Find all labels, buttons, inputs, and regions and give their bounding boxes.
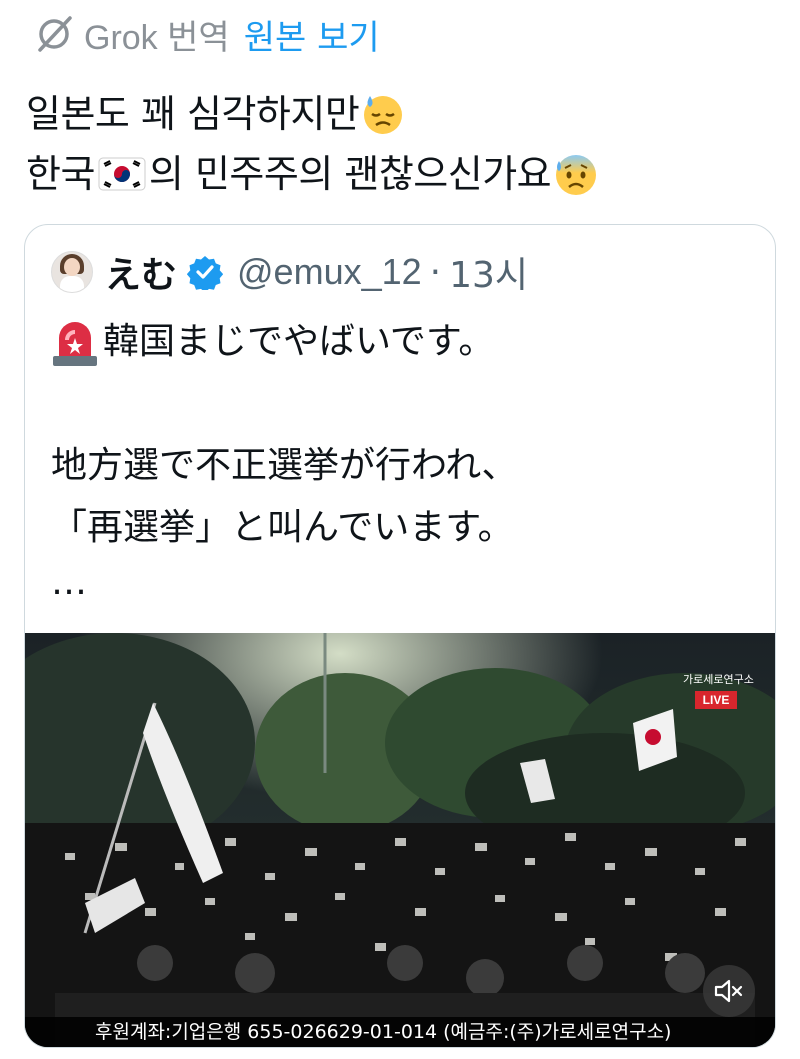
author-handle[interactable]: @emux_12 xyxy=(237,251,422,293)
verified-badge-icon xyxy=(187,256,224,290)
tweet-line-1-text: 일본도 꽤 심각하지만 xyxy=(26,92,360,136)
post-time[interactable]: 13시 xyxy=(449,246,528,298)
grok-icon xyxy=(38,16,72,52)
translation-bar: Grok 번역 원본 보기 xyxy=(34,10,380,59)
quoted-tweet-card[interactable]: えむ @emux_12 · 13시 韓国まじでやばいです。 地方選で不正選挙が行… xyxy=(24,224,776,1048)
video-player[interactable]: 가로세로연구소 LIVE 후원계좌:기업은행 655-026629-01-014… xyxy=(25,633,775,1047)
author-name[interactable]: えむ xyxy=(105,246,177,298)
station-name: 가로세로연구소 xyxy=(683,673,754,686)
quote-line-1: 韓国まじでやばいです。 xyxy=(51,311,518,373)
tweet-line-2-text-b: 의 민주주의 괜찮으신가요 xyxy=(148,152,552,196)
police-car-light-icon xyxy=(53,322,97,366)
read-more-ellipsis[interactable]: … xyxy=(51,563,518,603)
quote-line-2: 地方選で不正選挙が行われ、 xyxy=(51,445,518,486)
tweet-line-2: 한국 의 민주주의 괜찮으신가요 xyxy=(26,144,599,204)
live-indicator: 가로세로연구소 LIVE xyxy=(683,671,754,709)
anxious-face-with-sweat-icon xyxy=(556,155,597,195)
quoted-tweet-header: えむ @emux_12 · 13시 xyxy=(51,247,528,297)
tweet-line-1: 일본도 꽤 심각하지만 xyxy=(26,84,599,144)
avatar[interactable] xyxy=(51,251,93,293)
mute-button[interactable] xyxy=(703,965,755,1017)
speaker-muted-icon xyxy=(714,979,743,1003)
quote-line-1-text: 韓国まじでやばいです。 xyxy=(103,321,495,362)
south-korea-flag-icon xyxy=(98,157,146,191)
quoted-tweet-body: 韓国まじでやばいです。 地方選で不正選挙が行われ、 「再選挙」と叫んでいます。 … xyxy=(51,311,518,603)
tweet-text: 일본도 꽤 심각하지만 한국 의 민주주의 괜찮으신가요 xyxy=(26,84,599,204)
live-badge: LIVE xyxy=(694,691,738,709)
video-caption: 후원계좌:기업은행 655-026629-01-014 (예금주:(주)가로세로… xyxy=(25,1017,775,1047)
separator-dot: · xyxy=(429,251,442,293)
show-original-link[interactable]: 원본 보기 xyxy=(244,10,380,59)
downcast-face-with-sweat-icon xyxy=(364,96,403,134)
quote-line-3: 「再選挙」と叫んでいます。 xyxy=(51,507,514,548)
tweet-line-2-text-a: 한국 xyxy=(26,152,95,196)
translation-provider: Grok 번역 xyxy=(84,17,230,58)
protest-crowd-video-frame xyxy=(25,633,775,1047)
